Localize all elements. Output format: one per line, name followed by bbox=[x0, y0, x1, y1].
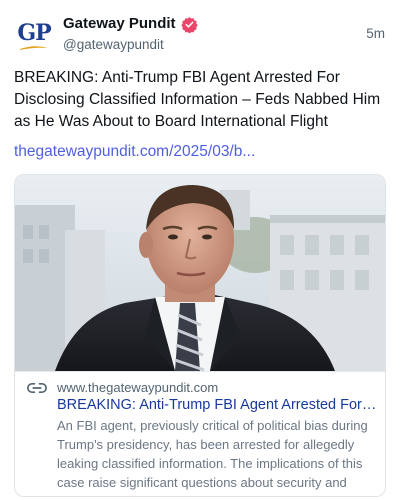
avatar-logo-text: GP bbox=[17, 19, 51, 46]
card-divider bbox=[15, 371, 385, 372]
author-display-name[interactable]: Gateway Pundit bbox=[63, 14, 176, 34]
card-description: An FBI agent, previously critical of pol… bbox=[57, 418, 368, 490]
author-block: Gateway Pundit @gatewaypundit bbox=[63, 14, 198, 54]
post-text: BREAKING: Anti-Trump FBI Agent Arrested … bbox=[14, 69, 381, 130]
post-timestamp[interactable]: 5m bbox=[366, 26, 385, 41]
post-link[interactable]: thegatewaypundit.com/2025/03/b... bbox=[14, 142, 255, 162]
verified-badge-icon bbox=[180, 16, 198, 33]
link-preview-card[interactable]: www.thegatewaypundit.com BREAKING: Anti-… bbox=[14, 174, 386, 497]
link-icon bbox=[27, 383, 47, 393]
card-image bbox=[15, 175, 385, 371]
author-handle[interactable]: @gatewaypundit bbox=[63, 36, 198, 54]
avatar-swoosh-icon bbox=[20, 45, 48, 50]
card-title[interactable]: BREAKING: Anti-Trump FBI Agent Arrested … bbox=[57, 395, 377, 415]
post[interactable]: GP Gateway Pundit @gatewaypundit 5m BREA… bbox=[0, 0, 401, 500]
card-domain: www.thegatewaypundit.com bbox=[57, 380, 219, 395]
avatar[interactable]: GP bbox=[14, 16, 54, 56]
